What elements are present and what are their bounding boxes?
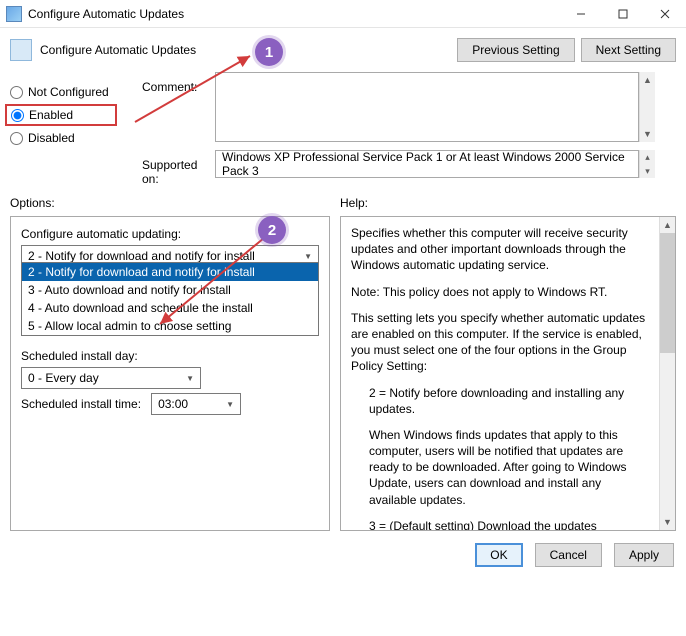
options-panel: Configure automatic updating: 2 - Notify…	[10, 216, 330, 531]
annotation-badge-1: 1	[255, 38, 283, 66]
next-setting-button[interactable]: Next Setting	[581, 38, 676, 62]
scroll-down-icon[interactable]: ▼	[640, 126, 655, 142]
select-value: 03:00	[158, 397, 188, 411]
dropdown-item[interactable]: 5 - Allow local admin to choose setting	[22, 317, 318, 335]
scroll-down-icon[interactable]: ▾	[640, 164, 655, 178]
chevron-down-icon: ▼	[304, 252, 312, 261]
dropdown-item[interactable]: 4 - Auto download and schedule the insta…	[22, 299, 318, 317]
radio-not-configured[interactable]: Not Configured	[10, 85, 130, 99]
app-icon	[6, 6, 22, 22]
scroll-thumb[interactable]	[660, 233, 675, 353]
annotation-badge-2: 2	[258, 216, 286, 244]
previous-setting-button[interactable]: Previous Setting	[457, 38, 574, 62]
help-panel: Specifies whether this computer will rec…	[340, 216, 676, 531]
radio-label: Not Configured	[28, 85, 109, 99]
scrollbar[interactable]: ▲ ▼	[639, 72, 655, 142]
close-button[interactable]	[644, 0, 686, 28]
apply-button[interactable]: Apply	[614, 543, 674, 567]
select-value: 0 - Every day	[28, 371, 99, 385]
policy-icon	[10, 39, 32, 61]
ok-button[interactable]: OK	[475, 543, 522, 567]
supported-label: Supported on:	[130, 150, 215, 186]
scheduled-time-select[interactable]: 03:00 ▼	[151, 393, 241, 415]
help-text: Specifies whether this computer will rec…	[341, 217, 659, 530]
radio-disabled[interactable]: Disabled	[10, 131, 130, 145]
maximize-button[interactable]	[602, 0, 644, 28]
chevron-down-icon: ▼	[186, 374, 194, 383]
radio-enabled[interactable]: Enabled	[11, 108, 111, 122]
chevron-down-icon: ▼	[226, 400, 234, 409]
dropdown-item[interactable]: 3 - Auto download and notify for install	[22, 281, 318, 299]
help-header: Help:	[340, 196, 676, 216]
scroll-up-icon[interactable]: ▴	[640, 150, 655, 164]
radio-label: Enabled	[29, 108, 73, 122]
scroll-up-icon[interactable]: ▲	[640, 72, 655, 88]
scheduled-time-label: Scheduled install time:	[21, 397, 141, 411]
scroll-up-icon[interactable]: ▲	[660, 217, 675, 233]
config-updating-dropdown[interactable]: 2 - Notify for download and notify for i…	[21, 262, 319, 336]
dropdown-item[interactable]: 2 - Notify for download and notify for i…	[22, 263, 318, 281]
radio-label: Disabled	[28, 131, 75, 145]
scroll-down-icon[interactable]: ▼	[660, 514, 675, 530]
title-bar: Configure Automatic Updates	[0, 0, 686, 28]
supported-on-field: Windows XP Professional Service Pack 1 o…	[215, 150, 639, 178]
scheduled-day-select[interactable]: 0 - Every day ▼	[21, 367, 201, 389]
policy-title: Configure Automatic Updates	[40, 43, 196, 57]
scrollbar[interactable]: ▴ ▾	[639, 150, 655, 178]
scrollbar[interactable]: ▲ ▼	[659, 217, 675, 530]
cancel-button[interactable]: Cancel	[535, 543, 602, 567]
select-value: 2 - Notify for download and notify for i…	[28, 249, 255, 263]
options-header: Options:	[10, 196, 330, 216]
comment-field[interactable]	[215, 72, 639, 142]
window-title: Configure Automatic Updates	[28, 7, 184, 21]
comment-label: Comment:	[130, 72, 215, 142]
minimize-button[interactable]	[560, 0, 602, 28]
scheduled-day-label: Scheduled install day:	[21, 349, 319, 363]
